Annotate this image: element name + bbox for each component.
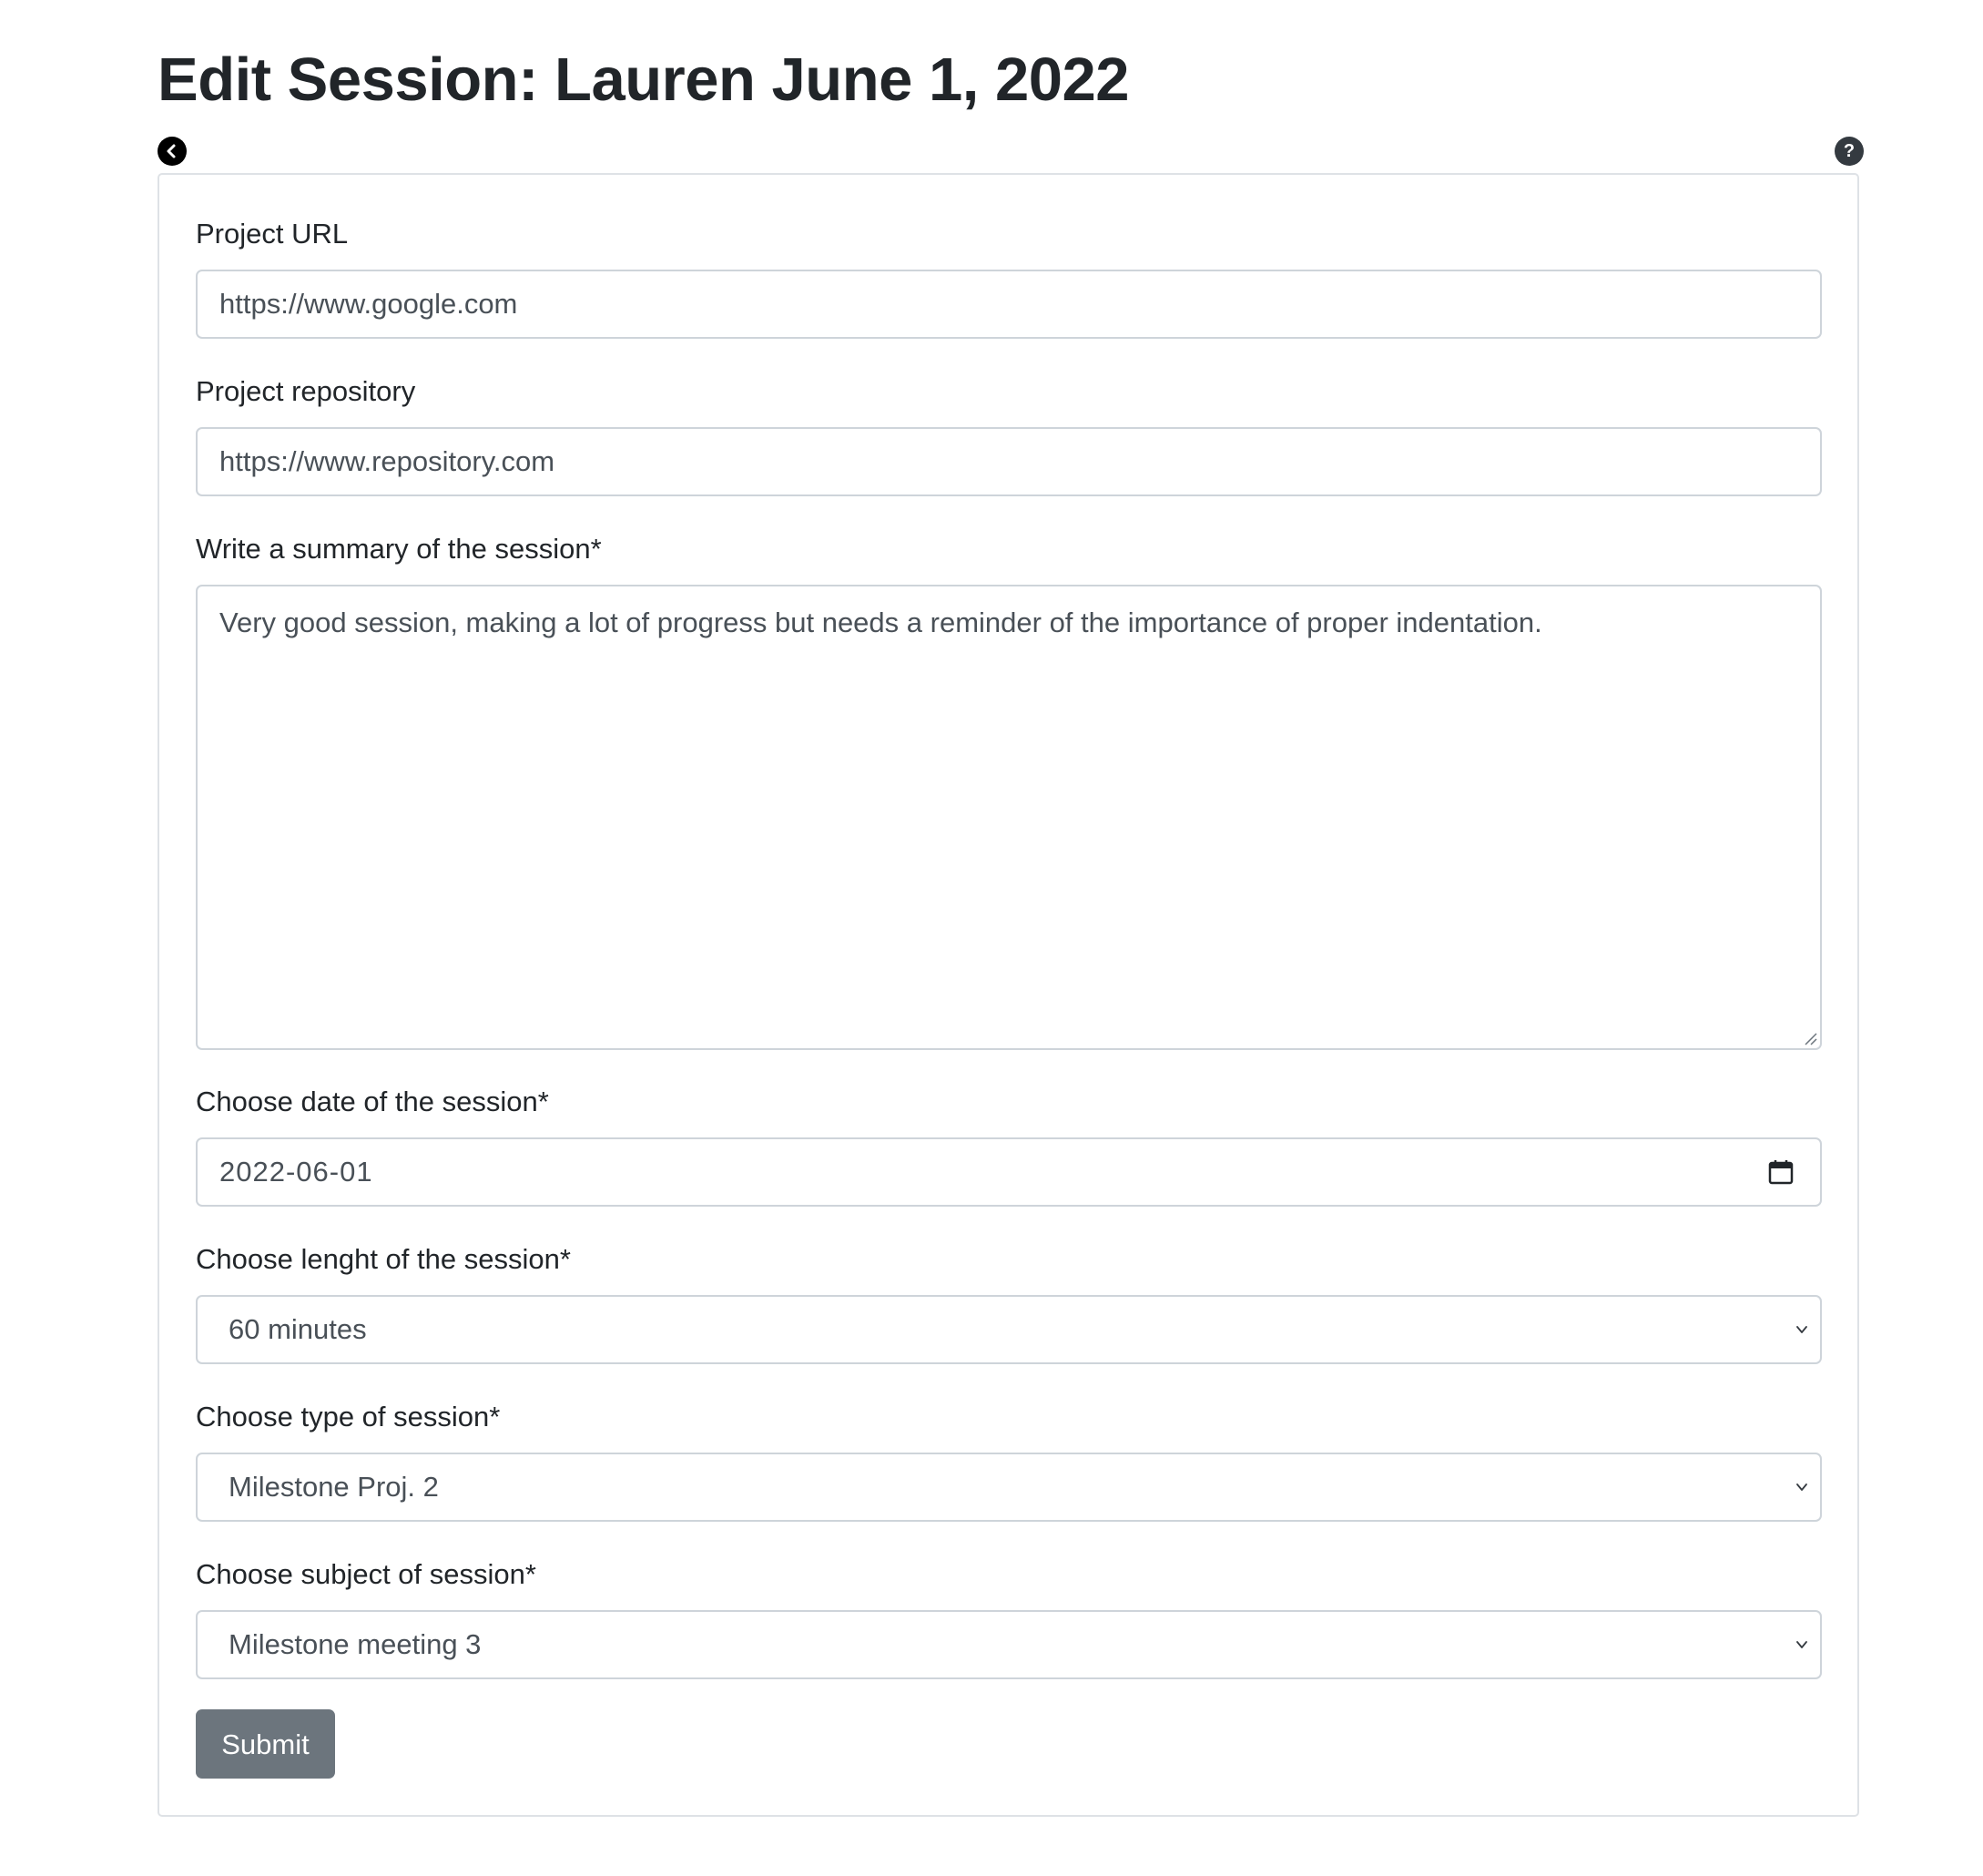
- subject-selected: Milestone meeting 3: [229, 1628, 482, 1660]
- project-repository-input[interactable]: https://www.repository.com: [196, 427, 1822, 496]
- project-repository-label: Project repository: [196, 375, 416, 407]
- resize-handle-icon[interactable]: [1802, 1030, 1818, 1046]
- calendar-icon[interactable]: [1767, 1158, 1795, 1186]
- date-value: 2022-06-01: [219, 1156, 373, 1188]
- summary-label: Write a summary of the session*: [196, 533, 602, 565]
- chevron-down-icon: [1796, 1641, 1807, 1648]
- summary-textarea[interactable]: Very good session, making a lot of progr…: [196, 585, 1822, 1050]
- date-input[interactable]: 2022-06-01: [196, 1137, 1822, 1207]
- page-title: Edit Session: Lauren June 1, 2022: [158, 46, 1130, 114]
- type-selected: Milestone Proj. 2: [229, 1471, 439, 1503]
- back-icon[interactable]: [158, 137, 187, 166]
- type-select[interactable]: Milestone Proj. 2: [196, 1453, 1822, 1522]
- project-repository-value: https://www.repository.com: [219, 445, 555, 477]
- summary-value: Very good session, making a lot of progr…: [219, 607, 1542, 638]
- subject-label: Choose subject of session*: [196, 1558, 536, 1590]
- help-icon[interactable]: ?: [1835, 137, 1864, 166]
- length-selected: 60 minutes: [229, 1313, 367, 1345]
- length-label: Choose lenght of the session*: [196, 1243, 571, 1275]
- chevron-down-icon: [1796, 1326, 1807, 1333]
- date-label: Choose date of the session*: [196, 1086, 549, 1117]
- project-url-value: https://www.google.com: [219, 288, 518, 320]
- project-url-input[interactable]: https://www.google.com: [196, 270, 1822, 339]
- submit-button[interactable]: Submit: [196, 1709, 335, 1779]
- subject-select[interactable]: Milestone meeting 3: [196, 1610, 1822, 1679]
- chevron-down-icon: [1796, 1483, 1807, 1491]
- chevron-left-icon: [167, 144, 176, 158]
- project-url-label: Project URL: [196, 218, 349, 250]
- length-select[interactable]: 60 minutes: [196, 1295, 1822, 1364]
- question-icon: ?: [1843, 141, 1856, 161]
- type-label: Choose type of session*: [196, 1401, 501, 1432]
